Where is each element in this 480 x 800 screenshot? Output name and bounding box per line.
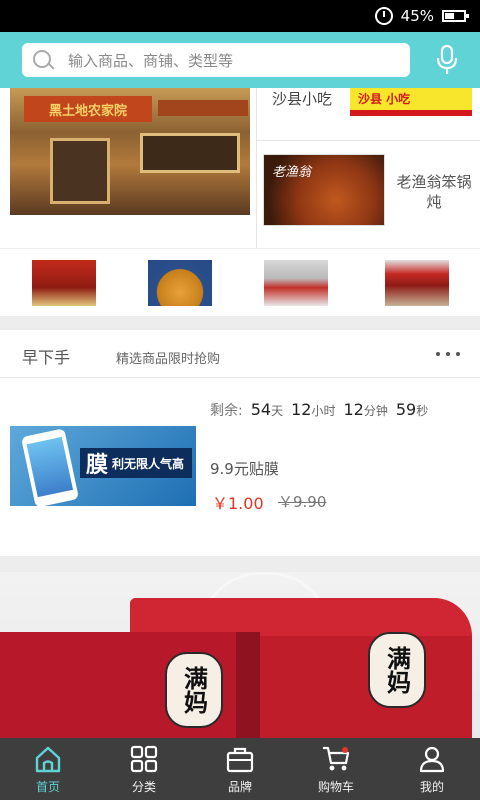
store-name-shaxian[interactable]: 沙县小吃 [272, 88, 332, 109]
store-thumbnail[interactable] [32, 260, 96, 306]
store-door [50, 138, 110, 204]
home-icon [35, 746, 61, 773]
cart-icon [323, 746, 350, 771]
flash-sale-header: 早下手 精选商品限时抢购 [0, 330, 480, 378]
store-photo-main[interactable]: 黑土地农家院 [10, 88, 250, 215]
store-thumbnails [0, 248, 480, 316]
microphone-icon[interactable] [434, 44, 460, 76]
promo-banner[interactable]: 满妈 满妈 [0, 572, 480, 738]
battery-percent: 45% [400, 7, 434, 25]
store-photo-text: 老渔翁 [272, 165, 312, 180]
store-sign-secondary [158, 100, 248, 116]
countdown-seconds: 59 [395, 400, 417, 419]
store-thumbnail[interactable] [264, 260, 328, 306]
gift-box-side [236, 632, 260, 738]
store-thumbnail[interactable] [148, 260, 212, 306]
nav-brand-label: 品牌 [227, 780, 252, 794]
nav-brand[interactable]: 品牌 [192, 738, 288, 800]
nav-home-label: 首页 [35, 780, 60, 794]
alarm-icon [374, 7, 393, 25]
nav-cart[interactable]: 购物车 [288, 738, 384, 800]
search-icon [32, 49, 54, 71]
nav-category-label: 分类 [131, 780, 156, 794]
bottom-nav: 首页 分类 品牌 购物车 我的 [0, 738, 480, 800]
countdown-days-unit: 天 [271, 404, 284, 418]
product-image-big-char: 膜 [86, 453, 109, 478]
countdown-label: 剩余: [210, 403, 243, 419]
search-header: 输入商品、商铺、类型等 [0, 32, 480, 88]
search-placeholder: 输入商品、商铺、类型等 [68, 51, 234, 70]
flash-sale-subtitle: 精选商品限时抢购 [116, 352, 221, 367]
store-sign: 黑土地农家院 [24, 96, 152, 122]
phone-image [20, 428, 80, 506]
brand-seal: 满妈 [165, 652, 223, 728]
store-window [140, 133, 240, 173]
countdown-hours-unit: 小时 [311, 404, 336, 418]
brand-seal: 满妈 [368, 632, 426, 708]
countdown-minutes: 12 [343, 400, 364, 419]
nav-home[interactable]: 首页 [0, 738, 96, 800]
countdown-days: 54 [250, 400, 272, 419]
user-icon [419, 746, 445, 773]
store-logo-text: 沙县 小吃 [358, 92, 411, 106]
divider [256, 140, 480, 141]
nav-profile-label: 我的 [419, 780, 444, 794]
battery-icon [442, 10, 469, 22]
store-logo-shaxian[interactable]: 沙县 小吃 [350, 88, 472, 116]
product-image[interactable]: 膜 利无限人气高 [10, 426, 196, 506]
divider [256, 88, 257, 248]
nav-cart-label: 购物车 [317, 780, 354, 794]
more-icon[interactable] [436, 352, 460, 356]
countdown-timer: 剩余: 54 天 12 小时 12 分钟 59 秒 [210, 400, 436, 420]
product-name[interactable]: 9.9元贴膜 [210, 458, 279, 479]
store-photo-laoyuweng[interactable]: 老渔翁 [263, 154, 385, 226]
store-name-laoyuweng[interactable]: 老渔翁笨锅炖 [396, 172, 472, 212]
flash-sale-title: 早下手 [22, 348, 71, 367]
bag-icon [226, 747, 254, 773]
status-bar: 45% [0, 0, 480, 32]
gift-box-lid [130, 598, 472, 636]
nav-profile[interactable]: 我的 [384, 738, 480, 800]
product-image-text: 利无限人气高 [112, 456, 185, 471]
store-thumbnail[interactable] [385, 260, 449, 306]
store-section: 黑土地农家院 沙县小吃 沙县 小吃 老渔翁 老渔翁笨锅炖 [0, 88, 480, 248]
nav-category[interactable]: 分类 [96, 738, 192, 800]
product-old-price: ￥9.90 [278, 493, 327, 511]
search-input[interactable]: 输入商品、商铺、类型等 [22, 43, 410, 77]
countdown-minutes-unit: 分钟 [363, 404, 388, 418]
flash-sale-section: 早下手 精选商品限时抢购 剩余: 54 天 12 小时 12 分钟 59 秒 膜… [0, 330, 480, 556]
grid-icon [130, 745, 158, 773]
product-price: ￥1.00 [212, 494, 264, 513]
countdown-hours: 12 [291, 400, 312, 419]
countdown-seconds-unit: 秒 [416, 404, 429, 418]
product-image-banner: 膜 利无限人气高 [80, 448, 192, 478]
